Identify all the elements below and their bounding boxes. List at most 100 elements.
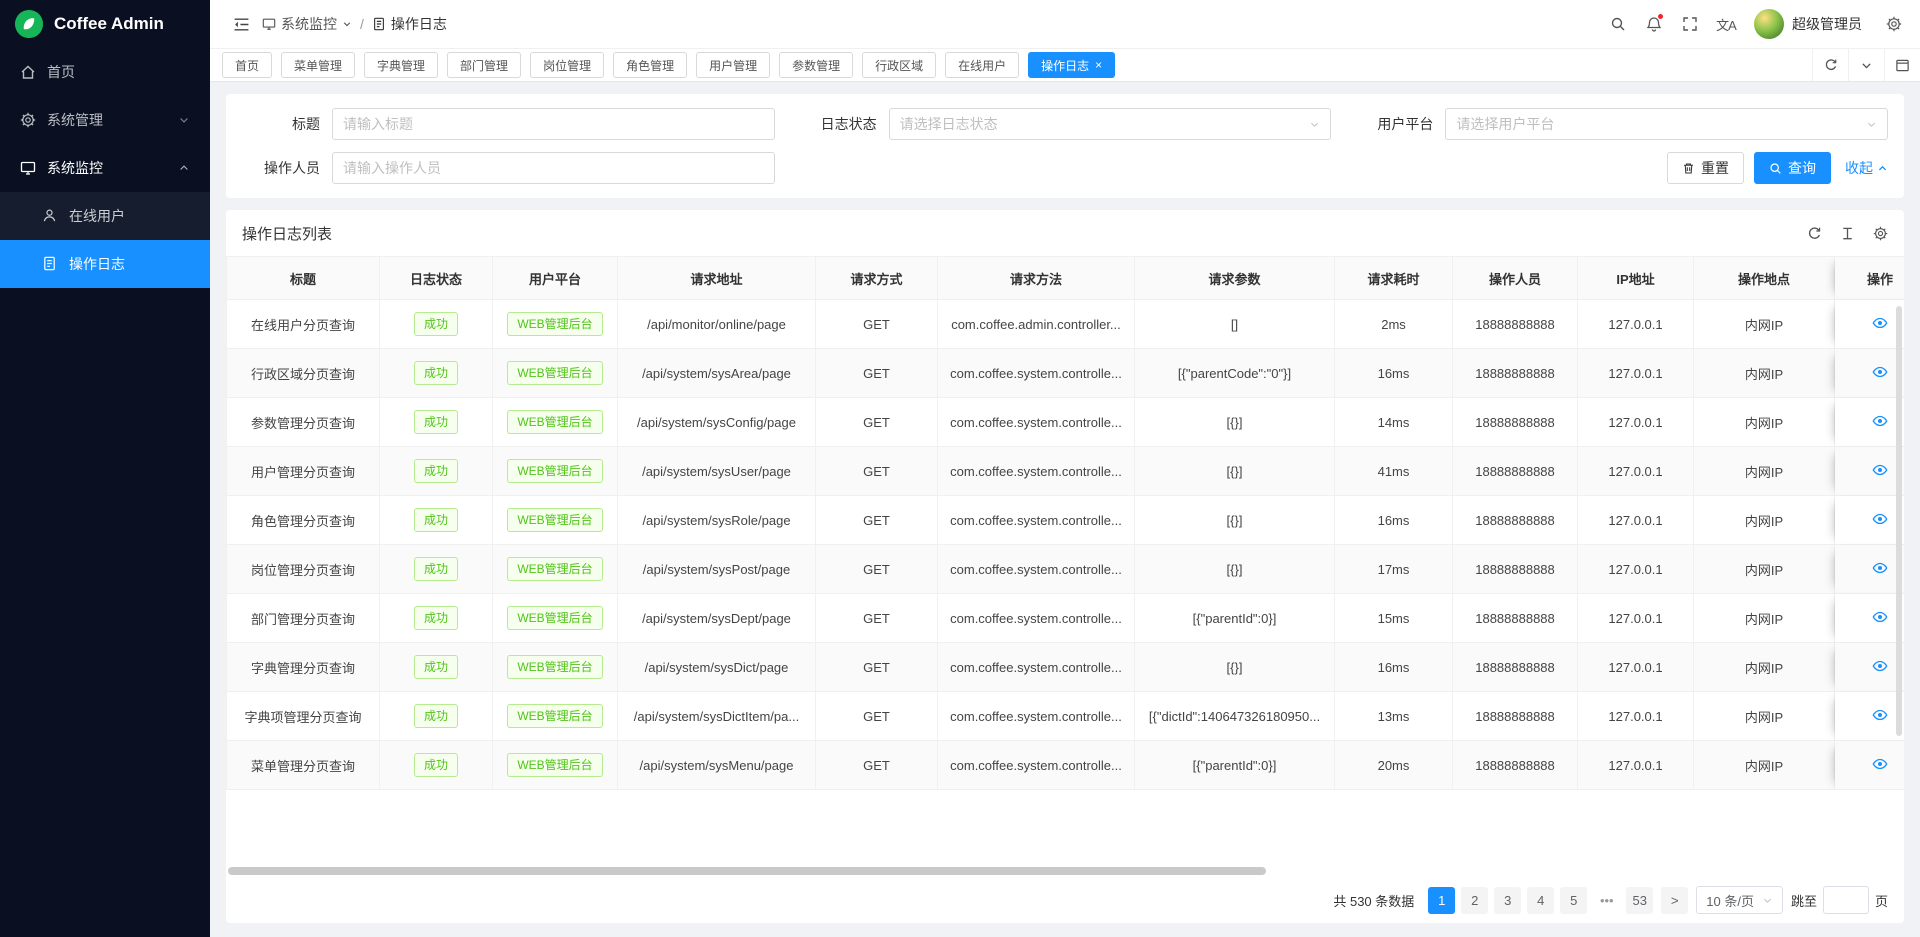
collapse-filters-link[interactable]: 收起 [1845,158,1888,178]
cell-request-handler: com.coffee.system.controlle... [938,496,1135,545]
density-icon[interactable] [1840,226,1855,241]
sidebar-menu: 首页 系统管理 系统监控 [0,48,210,937]
cell-request-handler: com.coffee.system.controlle... [938,545,1135,594]
pager-page[interactable]: 5 [1560,887,1587,914]
view-detail-eye-icon[interactable] [1872,364,1888,380]
operator-input[interactable] [343,160,764,176]
cell-action [1835,300,1904,349]
pager-page[interactable]: 1 [1428,887,1455,914]
notification-bell-icon[interactable] [1636,0,1672,48]
table-row: 岗位管理分页查询 成功 WEB管理后台 /api/system/sysPost/… [226,545,1904,594]
pager-page[interactable]: 2 [1461,887,1488,914]
tabs-more-chevron-icon[interactable] [1848,49,1884,81]
view-detail-eye-icon[interactable] [1872,315,1888,331]
cell-operator: 18888888888 [1453,447,1578,496]
reset-button[interactable]: 重置 [1667,152,1744,184]
cell-platform: WEB管理后台 [493,741,618,790]
pager-next-button[interactable]: > [1661,887,1688,914]
tab[interactable]: 操作日志 × [1028,52,1115,78]
title-input[interactable] [343,116,764,132]
sidebar-item-system-management[interactable]: 系统管理 [0,96,210,144]
filter-operator: 操作人员 [242,152,775,184]
cell-platform: WEB管理后台 [493,594,618,643]
sidebar-item-home[interactable]: 首页 [0,48,210,96]
column-settings-gear-icon[interactable] [1873,226,1888,241]
fullscreen-icon[interactable] [1672,0,1708,48]
pager-jump-input[interactable] [1823,886,1869,914]
tabs-refresh-icon[interactable] [1812,49,1848,81]
tab-label: 岗位管理 [543,57,591,74]
tab[interactable]: 部门管理 [447,52,521,78]
cell-title: 参数管理分页查询 [226,398,380,447]
card-header: 操作日志列表 [226,210,1904,256]
platform-select[interactable] [1445,108,1888,140]
tab[interactable]: 岗位管理 [530,52,604,78]
cell-request-method: GET [816,300,938,349]
cell-request-params: [{"parentId":0}] [1135,741,1335,790]
pager-ellipsis[interactable]: ••• [1593,887,1620,914]
content-layout-icon[interactable] [1884,49,1920,81]
column-header: 请求耗时 [1335,256,1453,300]
brand[interactable]: Coffee Admin [0,0,210,48]
table-row: 行政区域分页查询 成功 WEB管理后台 /api/system/sysArea/… [226,349,1904,398]
tab[interactable]: 参数管理 [779,52,853,78]
settings-gear-icon[interactable] [1876,0,1912,48]
log-table-header-row: 标题日志状态用户平台请求地址请求方式请求方法请求参数请求耗时操作人员IP地址操作… [226,256,1904,300]
tab[interactable]: 用户管理 [696,52,770,78]
cell-location: 内网IP [1694,594,1835,643]
tab[interactable]: 首页 [222,52,272,78]
status-select[interactable] [889,108,1332,140]
horizontal-scrollbar[interactable] [228,867,1266,875]
cell-request-handler: com.coffee.system.controlle... [938,643,1135,692]
cell-location: 内网IP [1694,300,1835,349]
log-list-card: 操作日志列表 [226,210,1904,923]
cell-ip: 127.0.0.1 [1578,594,1694,643]
tab[interactable]: 字典管理 [364,52,438,78]
view-detail-eye-icon[interactable] [1872,707,1888,723]
view-detail-eye-icon[interactable] [1872,511,1888,527]
status-select-input[interactable] [900,116,1310,132]
cell-status: 成功 [380,447,493,496]
avatar[interactable] [1754,9,1784,39]
view-detail-eye-icon[interactable] [1872,560,1888,576]
menu-collapse-icon[interactable] [224,0,258,48]
column-header: 用户平台 [493,256,618,300]
cell-request-method: GET [816,594,938,643]
tab[interactable]: 菜单管理 [281,52,355,78]
user-name[interactable]: 超级管理员 [1792,14,1862,34]
view-detail-eye-icon[interactable] [1872,413,1888,429]
view-detail-eye-icon[interactable] [1872,462,1888,478]
view-detail-eye-icon[interactable] [1872,658,1888,674]
vertical-scrollbar[interactable] [1896,306,1902,736]
sidebar-item-label: 操作日志 [69,254,125,274]
cell-request-params: [] [1135,300,1335,349]
log-table-wrap: 标题日志状态用户平台请求地址请求方式请求方法请求参数请求耗时操作人员IP地址操作… [226,256,1904,790]
sidebar-item-operation-log[interactable]: 操作日志 [0,240,210,288]
cell-operator: 18888888888 [1453,692,1578,741]
breadcrumb-monitor[interactable]: 系统监控 [262,14,352,34]
translate-icon[interactable]: 文A [1708,0,1744,48]
breadcrumb: 系统监控 / 操作日志 [262,14,447,34]
cell-location: 内网IP [1694,741,1835,790]
tab[interactable]: 在线用户 [945,52,1019,78]
page-size-select[interactable]: 10 条/页 [1696,886,1783,914]
tab[interactable]: 行政区域 [862,52,936,78]
view-detail-eye-icon[interactable] [1872,609,1888,625]
cell-operator: 18888888888 [1453,349,1578,398]
content: 标题 日志状态 [210,82,1920,937]
cell-request-url: /api/system/sysArea/page [618,349,816,398]
view-detail-eye-icon[interactable] [1872,756,1888,772]
pager-page[interactable]: 4 [1527,887,1554,914]
search-icon[interactable] [1600,0,1636,48]
refresh-icon[interactable] [1807,226,1822,241]
platform-select-input[interactable] [1456,116,1866,132]
sidebar-item-online-users[interactable]: 在线用户 [0,192,210,240]
pager-page[interactable]: 53 [1626,887,1653,914]
sidebar-item-system-monitor[interactable]: 系统监控 [0,144,210,192]
cell-request-params: [{}] [1135,447,1335,496]
pager-page[interactable]: 3 [1494,887,1521,914]
tab-close-icon[interactable]: × [1095,59,1102,71]
search-button[interactable]: 查询 [1754,152,1831,184]
column-header: 操作地点 [1694,256,1835,300]
tab[interactable]: 角色管理 [613,52,687,78]
